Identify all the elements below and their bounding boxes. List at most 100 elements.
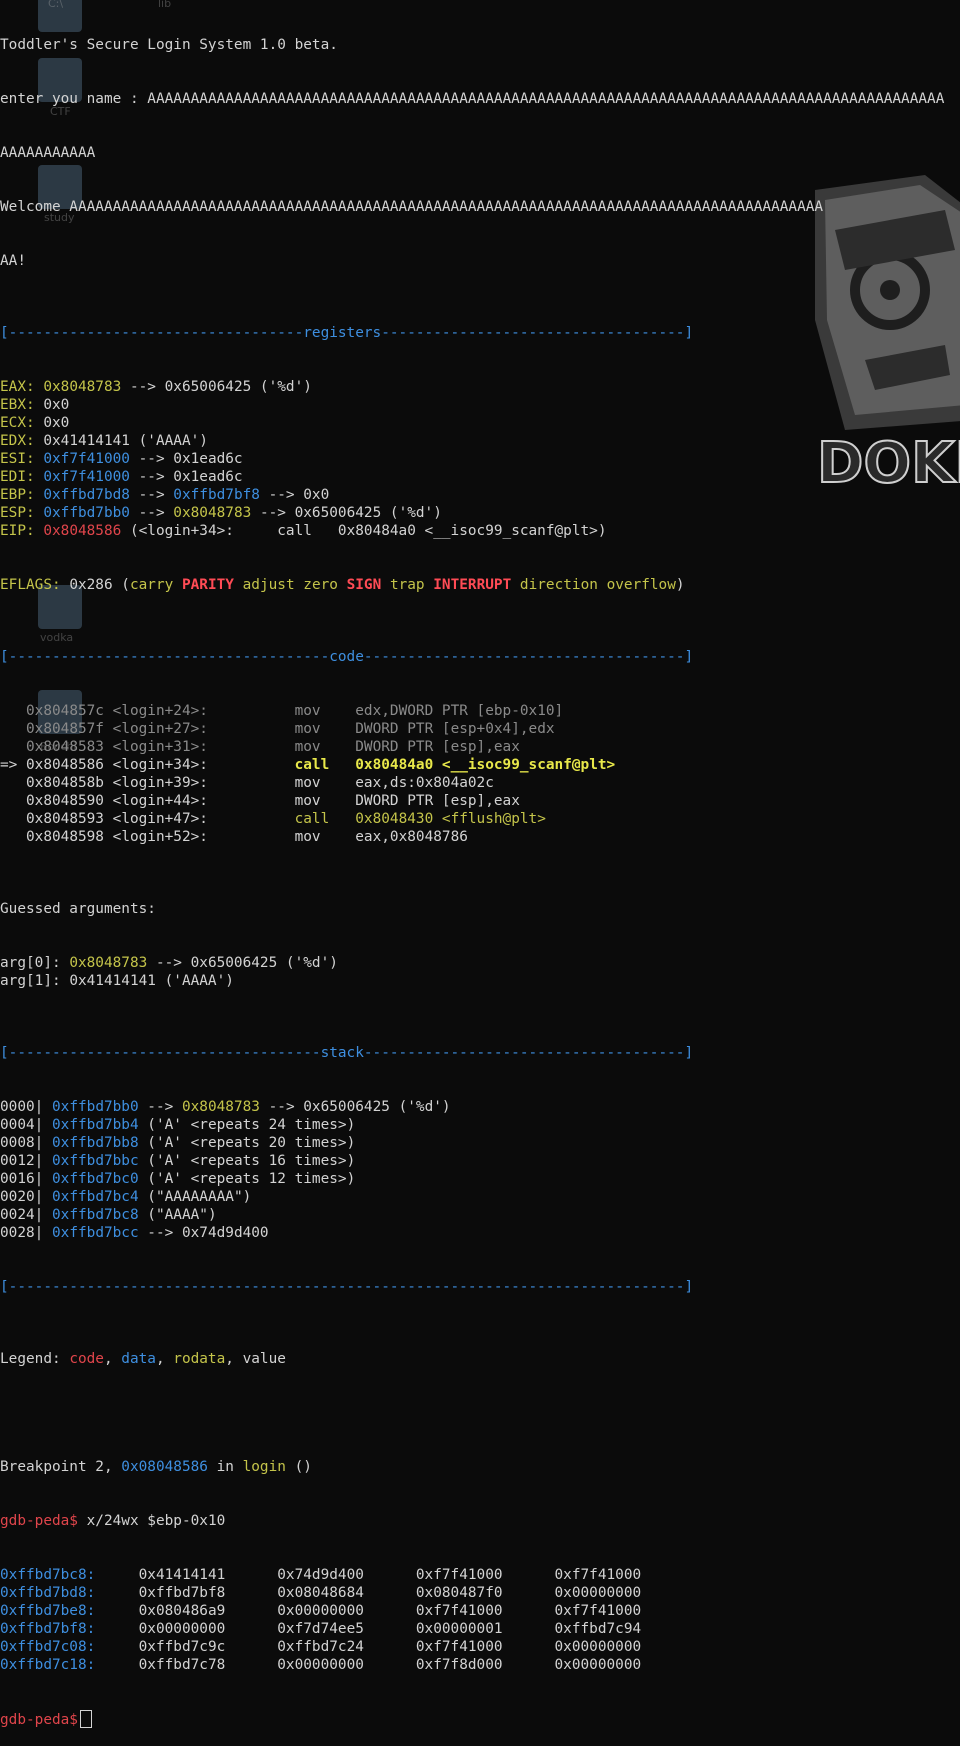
memory-row: 0xffbd7c08: 0xffbd7c9c 0xffbd7c24 0xf7f4… <box>0 1638 960 1656</box>
instruction-operands: eax,0x8048786 <box>355 829 468 845</box>
register-name: EDX: <box>0 433 35 449</box>
flag-set: PARITY <box>181 577 234 593</box>
stack-row: 0020| 0xffbd7bc4 ("AAAAAAAA") <box>0 1188 960 1206</box>
instruction-mnemonic: mov <box>294 775 321 791</box>
register-deref: (<login+34>: call 0x80484a0 <__isoc99_sc… <box>121 523 607 539</box>
instruction-operands: eax,ds:0x804a02c <box>355 775 494 791</box>
instruction-address: 0x8048586 <box>26 757 104 773</box>
memory-word: 0xf7f8d000 <box>415 1657 503 1673</box>
instruction-address: 0x8048598 <box>26 829 104 845</box>
memory-word: 0x00000000 <box>554 1585 642 1601</box>
instruction-mnemonic: mov <box>294 703 321 719</box>
flag-set: INTERRUPT <box>433 577 512 593</box>
stack-content: ('A' <repeats 24 times>) <box>138 1117 356 1133</box>
breakpoint-in: in <box>207 1459 243 1475</box>
active-prompt-line[interactable]: gdb-peda$ <box>0 1710 960 1728</box>
instruction-row: 0x804858b <login+39>: mov eax,ds:0x804a0… <box>0 774 960 792</box>
register-deref: --> <box>129 505 174 521</box>
memory-row: 0xffbd7bc8: 0x41414141 0x74d9d400 0xf7f4… <box>0 1566 960 1584</box>
stack-row: 0028| 0xffbd7bcc --> 0x74d9d400 <box>0 1224 960 1242</box>
terminal-cursor[interactable] <box>79 1710 92 1728</box>
instruction-address: 0x804857c <box>26 703 104 719</box>
memory-word: 0x08048684 <box>277 1585 364 1601</box>
stack-offset: 0020| <box>0 1189 44 1205</box>
stack-content: --> <box>138 1099 182 1115</box>
code-header: [-------------------------------------co… <box>0 649 694 665</box>
instruction-operands: DWORD PTR [esp],eax <box>355 793 520 809</box>
flag-clear: zero <box>303 577 338 593</box>
instruction-operands: 0x80484a0 <__isoc99_scanf@plt> <box>355 757 616 773</box>
breakpoint-prefix: Breakpoint 2, <box>0 1459 122 1475</box>
registers-block: EAX: 0x8048783 --> 0x65006425 ('%d') EBX:… <box>0 378 960 540</box>
instruction-marker <box>0 775 26 791</box>
stack-content: ('A' <repeats 16 times>) <box>138 1153 356 1169</box>
stack-address: 0xffbd7bc4 <box>52 1189 139 1205</box>
instruction-row: 0x8048583 <login+31>: mov DWORD PTR [esp… <box>0 738 960 756</box>
guessed-arguments-title: Guessed arguments: <box>0 901 156 917</box>
instruction-operands: 0x8048430 <fflush@plt> <box>355 811 546 827</box>
instruction-address: 0x8048593 <box>26 811 104 827</box>
memory-word: 0x00000000 <box>554 1639 642 1655</box>
register-deref: --> 0x1ead6c <box>129 451 243 467</box>
register-name: EBP: <box>0 487 35 503</box>
register-deref-value: 0x8048783 <box>173 505 252 521</box>
register-deref: --> 0x1ead6c <box>129 469 243 485</box>
memory-word: 0x00000001 <box>415 1621 503 1637</box>
instruction-marker <box>0 721 26 737</box>
breakpoint-address: 0x08048586 <box>121 1459 208 1475</box>
stack-address: 0xffbd7bb4 <box>52 1117 139 1133</box>
stack-address: 0xffbd7bc8 <box>52 1207 139 1223</box>
instruction-symbol: <login+34>: <box>112 757 208 773</box>
instruction-row: 0x8048593 <login+47>: call 0x8048430 <ff… <box>0 810 960 828</box>
register-row: ECX: 0x0 <box>0 414 960 432</box>
stack-row: 0012| 0xffbd7bbc ('A' <repeats 16 times>… <box>0 1152 960 1170</box>
memory-address: 0xffbd7c08: <box>0 1639 96 1655</box>
register-value: 0x8048783 <box>43 379 122 395</box>
instruction-operands: edx,DWORD PTR [ebp-0x10] <box>355 703 564 719</box>
memory-word: 0xffbd7c78 <box>138 1657 226 1673</box>
memory-word: 0xffbd7c24 <box>277 1639 364 1655</box>
stack-offset: 0024| <box>0 1207 44 1223</box>
register-row: EAX: 0x8048783 --> 0x65006425 ('%d') <box>0 378 960 396</box>
stack-row: 0016| 0xffbd7bc0 ('A' <repeats 12 times>… <box>0 1170 960 1188</box>
instruction-operands: DWORD PTR [esp+0x4],edx <box>355 721 555 737</box>
terminal-output[interactable]: Toddler's Secure Login System 1.0 beta. … <box>0 0 960 1746</box>
instruction-marker <box>0 829 26 845</box>
register-row: EDX: 0x41414141 ('AAAA') <box>0 432 960 450</box>
flag-clear: direction <box>519 577 598 593</box>
memory-word: 0x00000000 <box>277 1657 364 1673</box>
register-name: EAX: <box>0 379 35 395</box>
flag-clear: carry <box>129 577 174 593</box>
flag-clear: trap <box>389 577 425 593</box>
memory-word: 0xf7f41000 <box>554 1567 642 1583</box>
eflags-close: ) <box>675 577 685 593</box>
register-value: 0xffbd7bb0 <box>43 505 130 521</box>
stack-content: --> 0x74d9d400 <box>138 1225 269 1241</box>
memory-word: 0x00000000 <box>554 1657 642 1673</box>
stack-pointer-value: 0x8048783 <box>181 1099 260 1115</box>
memory-word: 0xffbd7bf8 <box>138 1585 226 1601</box>
eflags-label: EFLAGS: <box>0 577 61 593</box>
stack-offset: 0004| <box>0 1117 44 1133</box>
instruction-symbol: <login+44>: <box>112 793 208 809</box>
memory-row: 0xffbd7c18: 0xffbd7c78 0x00000000 0xf7f8… <box>0 1656 960 1674</box>
legend-code: code <box>69 1351 104 1367</box>
memory-address: 0xffbd7be8: <box>0 1603 96 1619</box>
register-name: ESI: <box>0 451 35 467</box>
memory-word: 0x00000000 <box>277 1603 364 1619</box>
register-deref: 0x0 <box>43 415 70 431</box>
memory-word: 0x74d9d400 <box>277 1567 364 1583</box>
instruction-marker <box>0 703 26 719</box>
stack-address: 0xffbd7bcc <box>52 1225 139 1241</box>
argument-row: arg[1]: 0x41414141 ('AAAA') <box>0 972 960 990</box>
register-value: 0x8048586 <box>43 523 122 539</box>
memory-word: 0xffbd7c9c <box>138 1639 226 1655</box>
legend-label: Legend: <box>0 1351 70 1367</box>
code-block: 0x804857c <login+24>: mov edx,DWORD PTR … <box>0 702 960 846</box>
breakpoint-suffix: () <box>285 1459 312 1475</box>
command-line: gdb-peda$ x/24wx $ebp-0x10 <box>0 1512 960 1530</box>
memory-word: 0x41414141 <box>138 1567 226 1583</box>
memory-address: 0xffbd7bc8: <box>0 1567 96 1583</box>
breakpoint-line: Breakpoint 2, 0x08048586 in login () <box>0 1458 960 1476</box>
